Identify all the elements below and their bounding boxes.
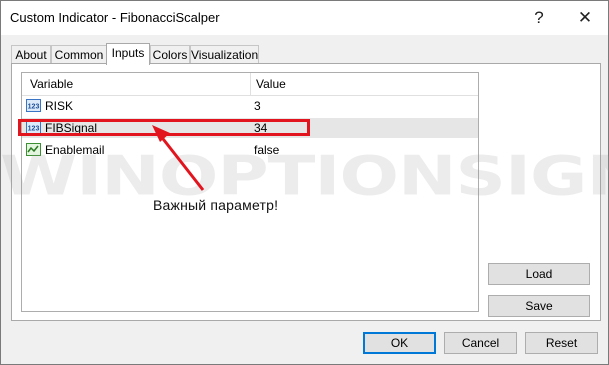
grid-header: Variable Value (22, 73, 478, 96)
variable-name: RISK (45, 99, 74, 113)
grid-row-enablemail[interactable]: Enablemail false (22, 140, 478, 160)
highlight-box (18, 119, 310, 136)
inputs-grid: Variable Value 123 RISK 3 123 FIBSignal … (21, 72, 479, 312)
tab-common[interactable]: Common (51, 45, 107, 63)
cancel-button[interactable]: Cancel (444, 332, 517, 354)
tab-colors[interactable]: Colors (150, 45, 190, 63)
window-title: Custom Indicator - FibonacciScalper (10, 10, 220, 25)
variable-value[interactable]: 3 (254, 99, 261, 113)
load-button[interactable]: Load (488, 263, 590, 285)
help-button[interactable]: ? (516, 1, 562, 35)
save-button[interactable]: Save (488, 295, 590, 317)
column-header-value[interactable]: Value (256, 77, 286, 91)
boolean-toggle-icon (26, 143, 41, 156)
variable-value[interactable]: false (254, 143, 279, 157)
column-divider[interactable] (250, 73, 251, 95)
close-button[interactable]: ✕ (562, 1, 608, 35)
column-header-variable[interactable]: Variable (30, 77, 73, 91)
annotation-label: Важный параметр! (153, 197, 279, 213)
ok-button[interactable]: OK (363, 332, 436, 354)
title-bar: Custom Indicator - FibonacciScalper ? ✕ (1, 1, 608, 35)
tab-visualization[interactable]: Visualization (190, 45, 259, 63)
integer-123-icon: 123 (26, 99, 41, 112)
reset-button[interactable]: Reset (525, 332, 598, 354)
tab-inputs[interactable]: Inputs (106, 43, 150, 65)
dialog-window: Custom Indicator - FibonacciScalper ? ✕ … (0, 0, 609, 365)
tab-about[interactable]: About (11, 45, 51, 63)
svg-text:123: 123 (28, 104, 40, 111)
inputs-tab-panel: Variable Value 123 RISK 3 123 FIBSignal … (11, 63, 601, 321)
close-icon: ✕ (577, 8, 593, 27)
variable-name: Enablemail (45, 143, 105, 157)
help-icon: ? (534, 8, 544, 27)
grid-row-risk[interactable]: 123 RISK 3 (22, 96, 478, 116)
